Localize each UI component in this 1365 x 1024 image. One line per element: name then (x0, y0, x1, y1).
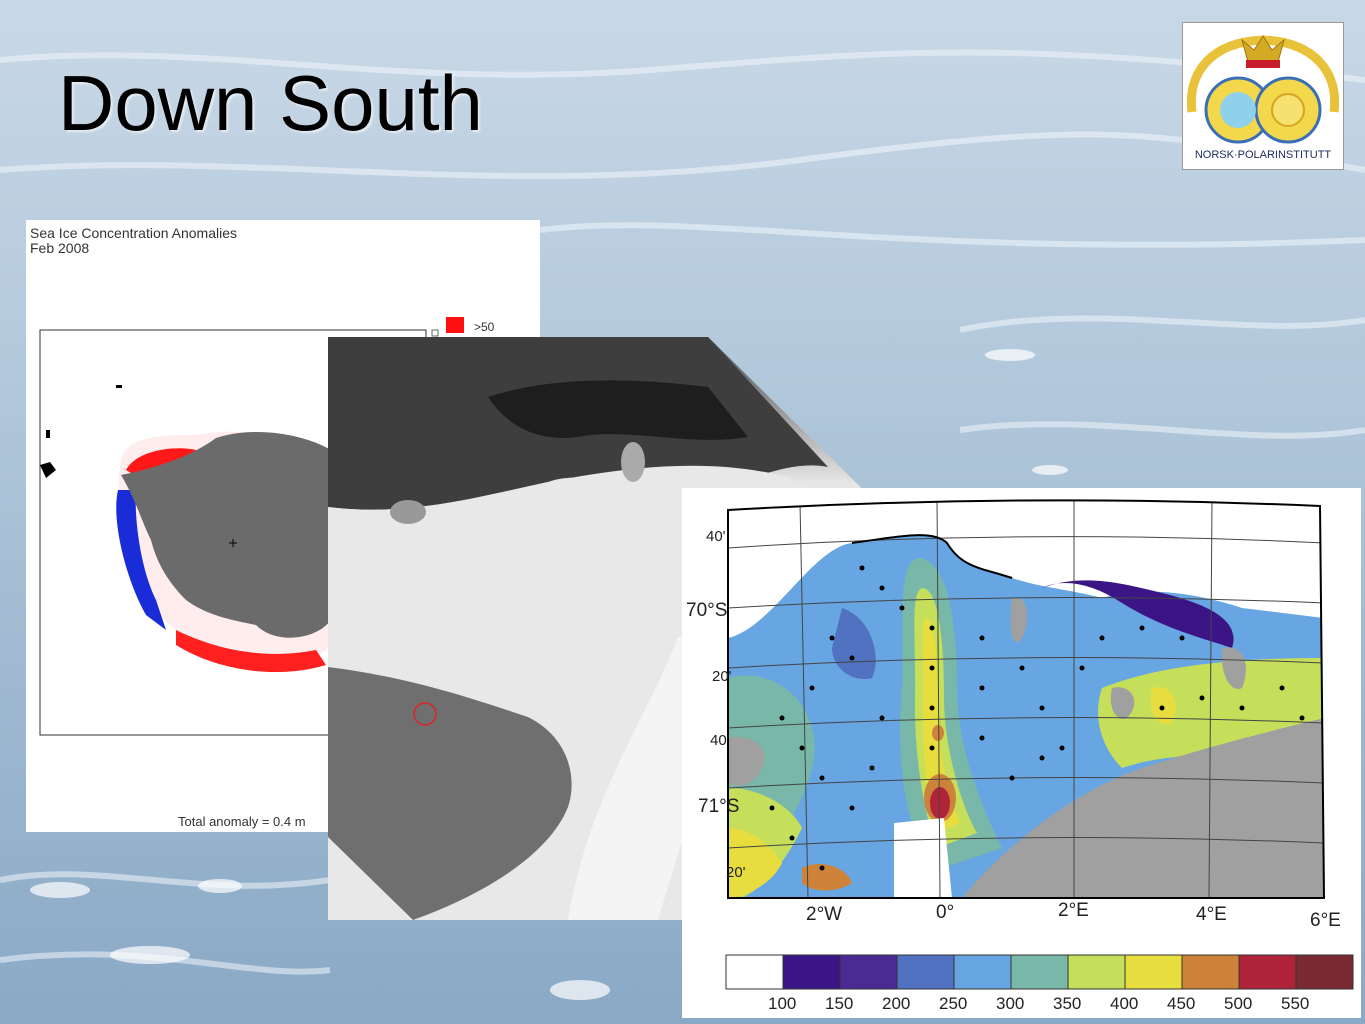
colorbar-swatch-0 (725, 954, 784, 990)
x-label-0: 0° (936, 902, 955, 923)
colorbar-swatch-9 (1238, 954, 1297, 990)
colorbar-label-150: 150 (825, 994, 854, 1013)
depth-contour-map (727, 499, 1326, 899)
y-label-70s: 70°S (686, 600, 728, 621)
y-label-71s: 71°S (698, 796, 740, 817)
colorbar-label-250: 250 (939, 994, 968, 1013)
colorbar-label-200: 200 (882, 994, 911, 1013)
colorbar-swatch-2 (839, 954, 898, 990)
colorbar-swatch-1 (782, 954, 841, 990)
colorbar-swatch-8 (1181, 954, 1240, 990)
colorbar-label-300: 300 (996, 994, 1025, 1013)
norsk-polarinstitutt-logo: NORSK·POLARINSTITUTT (1182, 22, 1344, 170)
colorbar-swatch-6 (1067, 954, 1126, 990)
colorbar-label-550: 550 (1281, 994, 1310, 1013)
legend-top-label: >50 (474, 320, 495, 334)
colorbar-label-400: 400 (1110, 994, 1139, 1013)
colorbar-label-500: 500 (1224, 994, 1253, 1013)
x-label-6e: 6°E (1310, 910, 1341, 931)
slide-title: Down South (58, 59, 483, 147)
total-anomaly-text: Total anomaly = 0.4 m (178, 814, 306, 829)
logo-text: NORSK·POLARINSTITUTT (1195, 149, 1332, 161)
colorbar-swatch-5 (1010, 954, 1069, 990)
colorbar-label-450: 450 (1167, 994, 1196, 1013)
depth-contour-panel: 40' 70°S 20' 40' 71°S 20' 2°W 0° 2°E 4°E… (682, 488, 1361, 1018)
colorbar-label-350: 350 (1053, 994, 1082, 1013)
colorbar-swatch-3 (896, 954, 955, 990)
colorbar-swatch-4 (953, 954, 1012, 990)
x-label-2w: 2°W (806, 904, 843, 925)
x-label-4e: 4°E (1196, 904, 1227, 925)
colorbar-swatch-7 (1124, 954, 1183, 990)
legend-swatch-red (446, 317, 464, 333)
x-label-2e: 2°E (1058, 900, 1089, 921)
colorbar-label-100: 100 (768, 994, 797, 1013)
y-label-40a: 40' (706, 528, 726, 545)
y-label-20a: 20' (712, 668, 732, 685)
colorbar-swatch-10 (1295, 954, 1354, 990)
y-label-20b: 20' (726, 864, 746, 881)
y-label-40b: 40' (710, 732, 730, 749)
